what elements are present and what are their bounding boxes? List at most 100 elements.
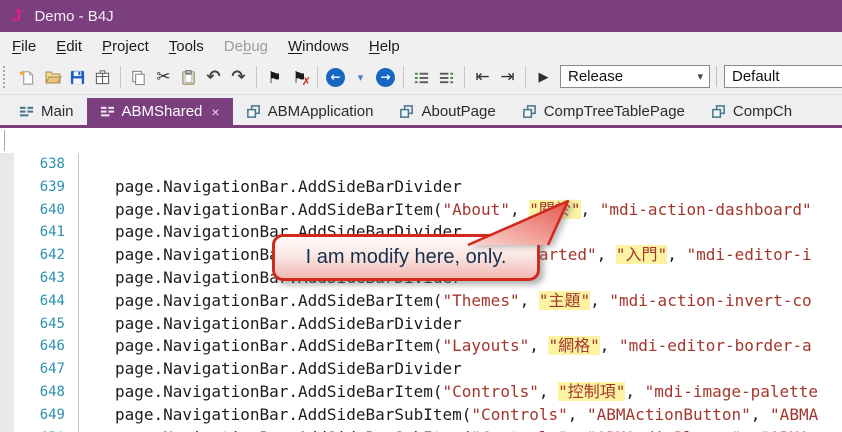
b4j-ide-window: J Demo - B4J File Edit Project Tools Debug Wi… bbox=[0, 0, 842, 432]
window-title: Demo - B4J bbox=[34, 7, 114, 25]
menu-windows[interactable]: Windows bbox=[278, 34, 359, 59]
toolbar-separator bbox=[317, 66, 318, 88]
menu-help[interactable]: Help bbox=[359, 34, 410, 59]
module-icon bbox=[100, 104, 115, 119]
line-number: 646 bbox=[39, 338, 65, 355]
comment-icon[interactable] bbox=[409, 64, 434, 90]
code-line[interactable]: page.NavigationBar.AddSideBarSubItem("Co… bbox=[79, 427, 842, 432]
b4j-logo-icon: J bbox=[12, 6, 22, 25]
line-number: 650 bbox=[14, 427, 78, 432]
tab-label: ABMShared bbox=[121, 103, 203, 120]
tab-label: CompCh bbox=[732, 103, 793, 120]
menu-file[interactable]: File bbox=[2, 34, 46, 59]
tab-aboutpage[interactable]: AboutPage bbox=[386, 98, 508, 125]
string-literal: "mdi-action-dashboard" bbox=[599, 199, 812, 219]
uncomment-icon[interactable] bbox=[434, 64, 459, 90]
toolbar: ✂↶↷⚑⚑✗←▾→⇤⇥▶↳↷↶■↻ Release ▾ Default bbox=[0, 60, 842, 95]
save-icon[interactable] bbox=[65, 64, 90, 90]
class-icon bbox=[711, 104, 726, 119]
copy-icon[interactable] bbox=[126, 64, 151, 90]
editor-content[interactable]: 638639640641642643644645646647648649650 … bbox=[0, 153, 842, 432]
string-literal: "mdi-editor-i bbox=[686, 245, 812, 265]
annotation-callout: I am modify here, only. bbox=[272, 234, 540, 281]
new-file-icon[interactable] bbox=[15, 64, 40, 90]
line-number: 639 bbox=[39, 178, 65, 195]
class-icon bbox=[522, 104, 537, 119]
toolbar-separator bbox=[464, 66, 465, 88]
menu-edit[interactable]: Edit bbox=[46, 34, 92, 59]
line-number: 644 bbox=[39, 292, 65, 309]
code-text: , bbox=[590, 290, 610, 310]
search-highlight: "關於" bbox=[529, 199, 581, 219]
indent-icon[interactable]: ⇥ bbox=[495, 64, 520, 90]
line-number: 643 bbox=[39, 269, 65, 286]
code-line[interactable]: page.NavigationBar.AddSideBarItem("Theme… bbox=[79, 290, 842, 313]
menu-project[interactable]: Project bbox=[92, 34, 159, 59]
string-literal: "Controls" bbox=[442, 381, 539, 401]
code-text: , bbox=[750, 404, 771, 424]
code-text: page.NavigationBar.AddSideBarItem( bbox=[115, 381, 443, 401]
bookmark-clear-icon[interactable]: ⚑ ✗ bbox=[287, 64, 312, 90]
nav-history-caret[interactable]: ▾ bbox=[348, 64, 373, 90]
open-file-icon[interactable] bbox=[40, 64, 65, 90]
string-literal: "Controls" bbox=[471, 404, 568, 424]
tab-comptreetablepage[interactable]: CompTreeTablePage bbox=[509, 98, 698, 125]
line-number: 640 bbox=[39, 201, 65, 218]
tab-close-icon[interactable]: × bbox=[211, 104, 219, 120]
toolbar-separator bbox=[120, 66, 121, 88]
navigate-forward-button[interactable]: → bbox=[373, 64, 398, 90]
menu-bar: File Edit Project Tools Debug Windows Help bbox=[0, 32, 842, 60]
string-literal: "ABMAudioPlayer" bbox=[587, 428, 741, 432]
editor-margin bbox=[0, 153, 14, 432]
code-text: page.NavigationBar.AddSideBarSubItem( bbox=[115, 428, 471, 432]
string-literal: "ABMA bbox=[760, 428, 808, 432]
build-configuration-value: Release bbox=[568, 68, 624, 85]
code-area[interactable]: page.NavigationBar.AddSideBarDivider page… bbox=[79, 153, 842, 432]
string-literal: "mdi-action-invert-co bbox=[609, 290, 812, 310]
code-line[interactable]: page.NavigationBar.AddSideBarDivider bbox=[79, 358, 842, 381]
toolbar-grip[interactable] bbox=[3, 66, 11, 88]
code-line[interactable]: page.NavigationBar.AddSideBarSubItem("Co… bbox=[79, 404, 842, 427]
package-icon[interactable] bbox=[90, 64, 115, 90]
line-number: 638 bbox=[39, 156, 65, 172]
paste-icon[interactable] bbox=[176, 64, 201, 90]
code-line[interactable] bbox=[79, 153, 842, 176]
chevron-down-icon: ▾ bbox=[697, 70, 703, 83]
bookmark-icon[interactable]: ⚑ bbox=[262, 64, 287, 90]
code-line[interactable]: page.NavigationBar.AddSideBarDivider bbox=[79, 313, 842, 336]
outdent-icon[interactable]: ⇤ bbox=[470, 64, 495, 90]
undo-icon[interactable]: ↶ bbox=[201, 64, 226, 90]
menu-debug[interactable]: Debug bbox=[214, 34, 278, 59]
code-text: , bbox=[509, 199, 530, 219]
code-text: page.NavigationBar.AddSideBarDivider bbox=[115, 359, 462, 379]
line-number: 642 bbox=[39, 247, 65, 264]
title-bar: J Demo - B4J bbox=[0, 0, 842, 32]
code-text: , bbox=[596, 245, 616, 265]
string-literal: "mdi-image-palette bbox=[644, 381, 819, 401]
toolbar-separator bbox=[403, 66, 404, 88]
code-text: , bbox=[538, 381, 559, 401]
redo-icon[interactable]: ↷ bbox=[226, 64, 251, 90]
editor-top-band bbox=[0, 128, 842, 153]
tab-main[interactable]: Main bbox=[6, 98, 87, 125]
tab-abmshared[interactable]: ABMShared × bbox=[86, 98, 233, 125]
code-line[interactable]: page.NavigationBar.AddSideBarItem("About… bbox=[79, 199, 842, 222]
code-text: , bbox=[741, 428, 760, 432]
code-line[interactable]: page.NavigationBar.AddSideBarItem("Layou… bbox=[79, 335, 842, 358]
toolbar-separator bbox=[525, 66, 526, 88]
code-text: page.NavigationBar.AddSideBarItem( bbox=[115, 290, 443, 310]
tab-compch[interactable]: CompCh bbox=[698, 98, 805, 125]
code-editor[interactable]: 638639640641642643644645646647648649650 … bbox=[0, 128, 842, 432]
code-line[interactable]: page.NavigationBar.AddSideBarDivider bbox=[79, 176, 842, 199]
string-literal: "Themes" bbox=[442, 290, 520, 310]
string-literal: "About" bbox=[442, 199, 510, 219]
build-configuration-select[interactable]: Release ▾ bbox=[560, 65, 710, 88]
code-line[interactable]: page.NavigationBar.AddSideBarItem("Contr… bbox=[79, 381, 842, 404]
profile-select[interactable]: Default bbox=[724, 65, 842, 88]
code-text: , bbox=[580, 199, 600, 219]
tab-abmapplication[interactable]: ABMApplication bbox=[233, 98, 387, 125]
navigate-back-button[interactable]: ← bbox=[323, 64, 348, 90]
cut-icon[interactable]: ✂ bbox=[151, 64, 176, 90]
run-button[interactable]: ▶ bbox=[531, 64, 556, 90]
menu-tools[interactable]: Tools bbox=[159, 34, 214, 59]
